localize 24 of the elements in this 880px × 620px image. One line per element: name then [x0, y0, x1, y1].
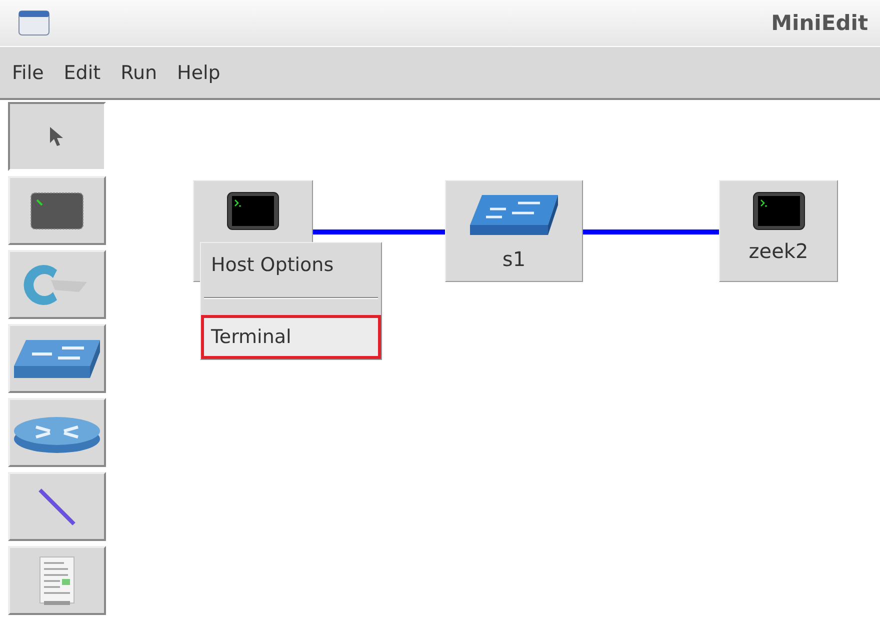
host-node[interactable]: zeek2: [719, 180, 838, 282]
switch-tool-button[interactable]: [8, 324, 106, 393]
netflow-tool-button[interactable]: [8, 546, 106, 615]
terminal-icon: [226, 191, 280, 231]
controller-tool-button[interactable]: [8, 250, 106, 319]
switch-node[interactable]: s1: [445, 180, 583, 282]
menu-item[interactable]: File: [12, 62, 44, 84]
node-label: zeek2: [748, 239, 808, 263]
line-icon: [37, 486, 77, 526]
terminal-icon: [29, 190, 85, 230]
menu-item[interactable]: Help: [177, 62, 220, 84]
host-tool-button[interactable]: [8, 176, 106, 245]
window-title: MiniEdit: [771, 11, 868, 35]
menu-item[interactable]: Host Options: [201, 243, 381, 291]
link-tool-button[interactable]: [8, 472, 106, 541]
document-icon: [38, 554, 76, 606]
menu-item[interactable]: Terminal: [201, 315, 381, 359]
router-tool-button[interactable]: [8, 398, 106, 467]
window-icon: [18, 10, 50, 36]
terminal-icon: [752, 191, 806, 231]
menu-item[interactable]: Edit: [64, 62, 101, 84]
select-tool-button[interactable]: [8, 102, 106, 171]
menu-item[interactable]: Run: [120, 62, 158, 84]
node-label: s1: [502, 247, 526, 271]
